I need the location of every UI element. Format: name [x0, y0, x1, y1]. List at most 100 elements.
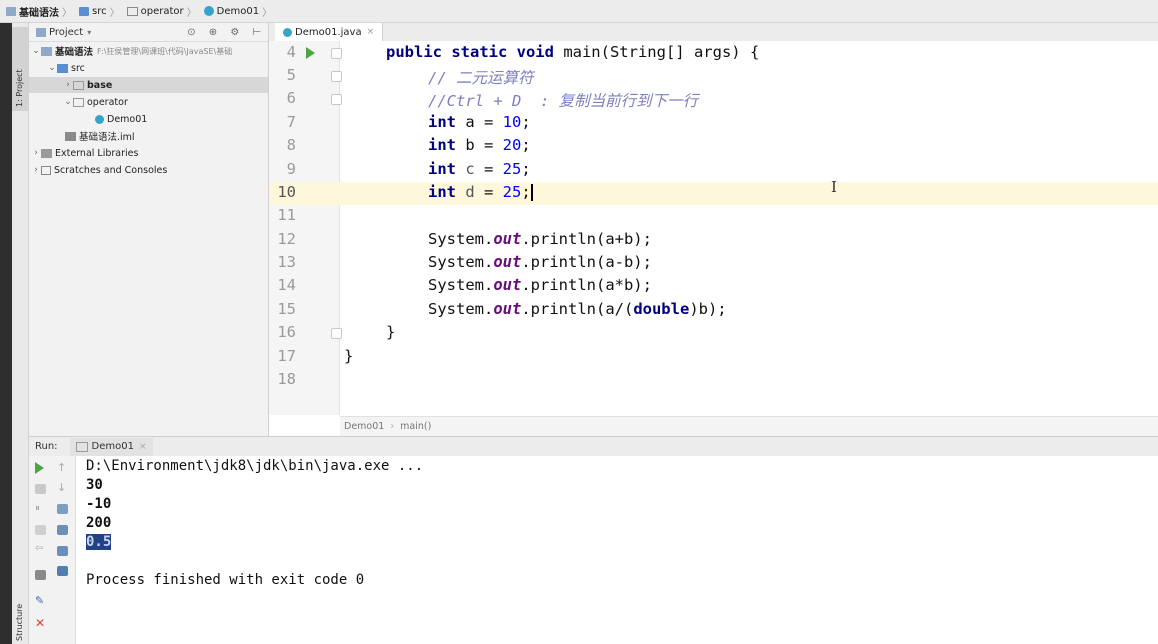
run-panel-label: Run:	[35, 441, 58, 452]
pause-icon[interactable]: ⏸	[35, 503, 40, 514]
breadcrumb-class[interactable]: Demo01	[344, 421, 384, 432]
nav-crumb-src[interactable]: src	[73, 6, 109, 17]
console-line-command: D:\Environment\jdk8\jdk\bin\java.exe ...	[86, 458, 424, 474]
package-icon	[73, 97, 84, 107]
editor-breadcrumb: Demo01 › main()	[340, 416, 1158, 436]
package-icon	[73, 80, 84, 90]
console-line: 200	[86, 515, 112, 531]
tree-item-src[interactable]: ⌄ src	[47, 60, 85, 76]
breadcrumb-method[interactable]: main()	[400, 421, 431, 432]
console-output[interactable]: D:\Environment\jdk8\jdk\bin\java.exe ...…	[76, 456, 1158, 644]
source-folder-icon	[57, 63, 68, 73]
code-line-5-comment: // 二元运算符	[428, 69, 534, 87]
project-panel-header: Project ▾ ⊙ ⊕ ⚙ ⊢	[29, 23, 268, 42]
scratches-icon	[41, 165, 51, 175]
console-line: 30	[86, 477, 103, 493]
line-number: 15	[277, 300, 296, 318]
layout-icon[interactable]	[35, 570, 46, 580]
line-number: 17	[277, 347, 296, 365]
run-panel-header: Run: Demo01 ×	[29, 436, 1158, 457]
line-number: 14	[277, 276, 296, 294]
stop-icon[interactable]	[35, 484, 46, 494]
source-folder-icon	[79, 6, 89, 16]
run-gutter-icon[interactable]	[306, 47, 315, 59]
console-line-selected: 0.5	[86, 534, 112, 550]
left-tool-strip	[0, 23, 12, 644]
project-tool-button[interactable]: 1: Project	[12, 27, 28, 111]
nav-separator: 〉	[109, 7, 120, 19]
tree-item-base[interactable]: › base	[29, 77, 268, 93]
rerun-icon[interactable]	[35, 462, 44, 474]
close-icon[interactable]: ×	[139, 442, 147, 452]
scroll-up-icon[interactable]: ↑	[57, 461, 66, 474]
structure-tool-button[interactable]: Structure	[12, 603, 28, 643]
chevron-right-icon[interactable]: ›	[63, 80, 73, 90]
line-number: 13	[277, 253, 296, 271]
code-line-9: int c = 25;	[428, 160, 531, 178]
line-number: 11	[277, 206, 296, 224]
pin-icon[interactable]: ✎	[35, 594, 44, 607]
code-line-7: int a = 10;	[428, 113, 531, 131]
dump-threads-icon[interactable]	[35, 525, 46, 535]
fold-marker-icon[interactable]	[331, 94, 342, 105]
fold-marker-icon[interactable]	[331, 71, 342, 82]
close-icon[interactable]: ×	[367, 27, 375, 37]
nav-crumb-demo01[interactable]: Demo01	[198, 6, 261, 17]
run-config-icon	[75, 441, 88, 452]
project-path: F:\狂侯管理\网课班\代码\JavaSE\基础	[97, 46, 233, 56]
line-number: 5	[286, 66, 296, 84]
text-caret	[530, 184, 533, 201]
package-icon	[126, 6, 138, 16]
run-tab-demo01[interactable]: Demo01 ×	[69, 437, 153, 456]
class-icon	[203, 6, 214, 16]
code-line-12: System.out.println(a+b);	[428, 230, 652, 248]
nav-separator: 〉	[62, 7, 72, 19]
editor-tab-bar: Demo01.java ×	[269, 23, 1158, 42]
print-icon[interactable]	[57, 546, 68, 556]
tree-item-external-libraries[interactable]: › External Libraries	[31, 145, 138, 161]
line-number: 6	[286, 89, 296, 107]
scroll-to-end-icon[interactable]	[57, 525, 68, 535]
run-toolbar: ↑ ↓ ⏸ ⇦ ✎ ✕	[29, 456, 76, 644]
close-icon[interactable]: ✕	[35, 616, 45, 630]
console-line-exit: Process finished with exit code 0	[86, 572, 365, 588]
chevron-down-icon[interactable]: ⌄	[63, 97, 73, 107]
chevron-right-icon[interactable]: ›	[31, 148, 41, 158]
tree-item-scratches[interactable]: › Scratches and Consoles	[31, 162, 167, 178]
fold-marker-icon[interactable]	[331, 48, 342, 59]
navigation-bar: 基础语法 〉 src 〉 operator 〉 Demo01 〉	[0, 0, 1158, 23]
chevron-down-icon[interactable]: ▾	[87, 28, 91, 37]
current-line-highlight	[269, 182, 1158, 205]
fold-marker-icon[interactable]	[331, 328, 342, 339]
line-number: 16	[277, 323, 296, 341]
code-line-6-comment: //Ctrl + D : 复制当前行到下一行	[428, 92, 699, 110]
clear-all-icon[interactable]	[57, 566, 68, 576]
nav-crumb-operator[interactable]: operator	[121, 6, 186, 17]
console-line: -10	[86, 496, 112, 512]
line-number: 7	[286, 113, 296, 131]
line-number-current: 10	[277, 183, 296, 201]
exit-icon[interactable]: ⇦	[35, 543, 43, 554]
line-number: 9	[286, 160, 296, 178]
nav-separator: 〉	[186, 7, 197, 19]
chevron-down-icon[interactable]: ⌄	[31, 46, 41, 56]
mouse-text-cursor-icon: I	[831, 178, 837, 196]
soft-wrap-icon[interactable]	[57, 504, 68, 514]
nav-separator: 〉	[262, 7, 273, 19]
project-view-selector[interactable]: Project	[49, 27, 83, 38]
scroll-down-icon[interactable]: ↓	[57, 481, 66, 494]
tree-item-project-root[interactable]: ⌄ 基础语法 F:\狂侯管理\网课班\代码\JavaSE\基础	[31, 43, 268, 59]
nav-crumb-project[interactable]: 基础语法	[0, 4, 61, 19]
chevron-right-icon[interactable]: ›	[31, 165, 41, 175]
chevron-down-icon[interactable]: ⌄	[47, 63, 57, 73]
libraries-icon	[41, 148, 52, 158]
code-line-10: int d = 25;	[428, 183, 533, 201]
class-icon	[95, 114, 104, 124]
tree-item-iml[interactable]: 基础语法.iml	[65, 128, 135, 144]
tool-window-bar: 1: Project Structure	[12, 23, 29, 644]
project-panel: Project ▾ ⊙ ⊕ ⚙ ⊢ ⌄ 基础语法 F:\狂侯管理\网课班\代码\…	[29, 23, 269, 436]
tree-item-operator[interactable]: ⌄ operator	[63, 94, 128, 110]
tree-item-demo01[interactable]: Demo01	[95, 111, 147, 127]
tab-demo01-java[interactable]: Demo01.java ×	[275, 23, 384, 41]
panel-toolbar-icons[interactable]: ⊙ ⊕ ⚙ ⊢	[187, 27, 266, 38]
